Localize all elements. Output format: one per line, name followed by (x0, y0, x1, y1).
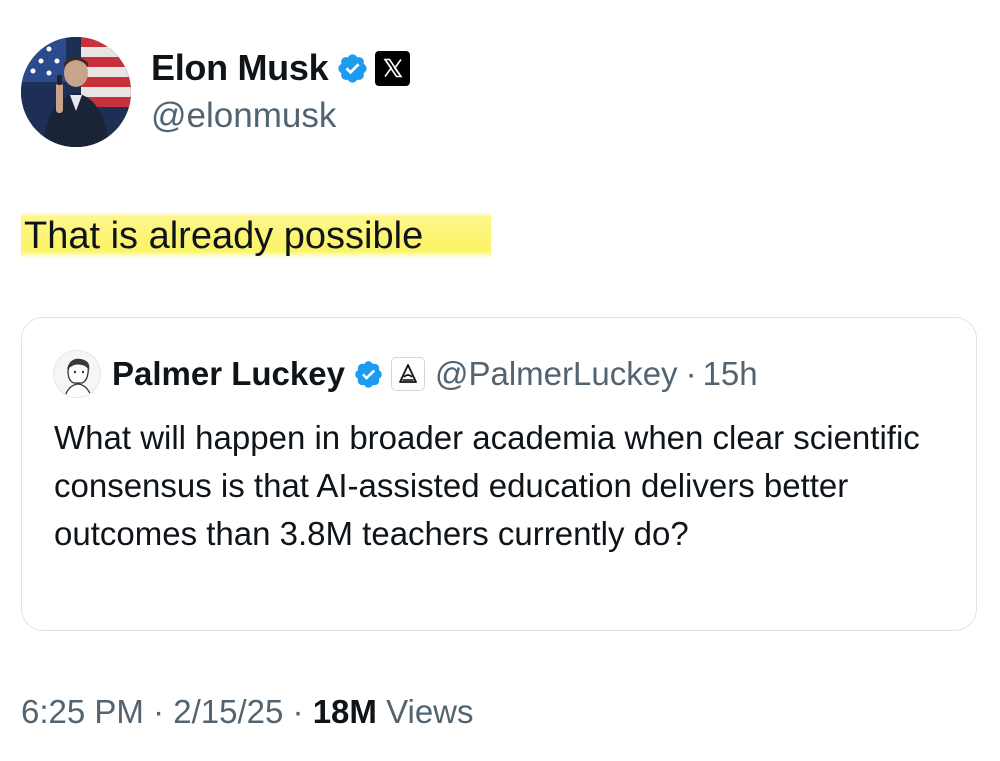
tweet-meta: 6:25 PM · 2/15/25 · 18M Views (21, 690, 474, 734)
meta-separator-dot: · (153, 693, 165, 730)
quoted-tweet-text: What will happen in broader academia whe… (54, 419, 920, 552)
x-logo-icon[interactable] (375, 50, 411, 86)
tweet-text: That is already possible (24, 215, 424, 257)
views-count: 18M (312, 693, 377, 730)
quoted-timestamp[interactable]: 15h (703, 352, 758, 396)
quoted-verified-badge-icon[interactable] (353, 359, 384, 390)
author-name[interactable]: Elon Musk (151, 44, 329, 92)
author-avatar-image (21, 37, 131, 147)
tweet-time[interactable]: 6:25 PM (21, 693, 144, 730)
views-label: Views (386, 693, 474, 730)
anduril-logo-icon[interactable] (390, 357, 425, 391)
author-handle[interactable]: @elonmusk (151, 94, 336, 138)
author-name-row: Elon Musk (151, 44, 411, 92)
tweet-page: Elon Musk @elonmusk That is already poss… (0, 0, 1000, 761)
tweet-text-highlight: That is already possible (21, 212, 491, 258)
meta-separator-dot: · (292, 693, 304, 730)
author-avatar[interactable] (21, 37, 131, 147)
quoted-author-name[interactable]: Palmer Luckey (112, 352, 345, 396)
quoted-separator-dot: · (685, 355, 697, 392)
tweet-date[interactable]: 2/15/25 (173, 693, 283, 730)
verified-badge-icon[interactable] (336, 52, 369, 85)
quoted-tweet-header: Palmer Luckey @PalmerLuckey · 15h (53, 350, 758, 398)
quoted-author-avatar[interactable] (53, 350, 101, 398)
quoted-author-handle[interactable]: @PalmerLuckey (435, 352, 678, 396)
quoted-tweet-card[interactable]: Palmer Luckey @PalmerLuckey · 15h What w… (21, 317, 977, 631)
